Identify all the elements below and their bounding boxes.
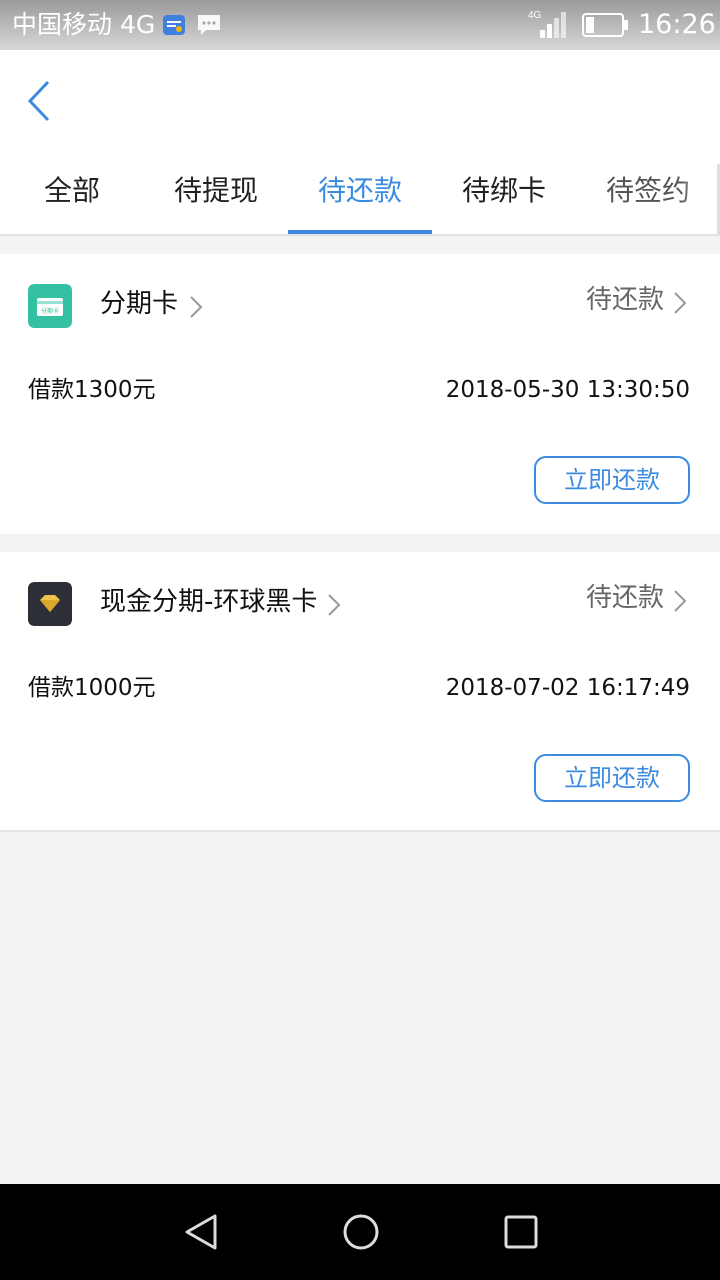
product-name[interactable]: 现金分期-环球黑卡 <box>100 580 317 624</box>
tab-pending-repayment[interactable]: 待还款 <box>288 164 432 234</box>
back-triangle-icon[interactable] <box>182 1212 222 1252</box>
diamond-icon <box>28 582 72 626</box>
tab-pending-withdrawal[interactable]: 待提现 <box>144 164 288 234</box>
recents-square-icon[interactable] <box>501 1212 541 1252</box>
chevron-right-icon <box>674 590 687 612</box>
tab-bar: 全部 待提现 待还款 待绑卡 待签约 <box>0 164 720 234</box>
loan-card[interactable]: 现金分期-环球黑卡 待还款 借款1000元 2018-07-02 16:17:4… <box>0 552 720 832</box>
loan-time: 2018-05-30 13:30:50 <box>445 377 690 403</box>
clock: 16:26 <box>638 9 716 40</box>
repay-now-button[interactable]: 立即还款 <box>534 754 690 802</box>
signal-icon: 4G <box>528 10 566 38</box>
repay-now-button[interactable]: 立即还款 <box>534 456 690 504</box>
chevron-right-icon <box>328 594 341 616</box>
chevron-right-icon <box>190 296 203 318</box>
network-type-label: 4G <box>528 10 542 21</box>
loan-amount: 借款1300元 <box>28 377 156 403</box>
product-name[interactable]: 分期卡 <box>100 282 178 326</box>
tab-all[interactable]: 全部 <box>0 164 144 234</box>
carrier-label: 中国移动 4G <box>12 10 156 39</box>
tabs-scroll-fade <box>680 164 720 234</box>
loan-card[interactable]: 分期卡 分期卡 待还款 借款1300元 2018-05-30 13:30:50 … <box>0 254 720 534</box>
chevron-left-icon[interactable] <box>20 74 64 128</box>
loan-status-label[interactable]: 待还款 <box>586 576 664 620</box>
loan-status-label[interactable]: 待还款 <box>586 278 664 322</box>
installment-card-icon: 分期卡 <box>28 284 72 328</box>
icon-label: 分期卡 <box>41 307 59 315</box>
loan-time: 2018-07-02 16:17:49 <box>445 675 690 701</box>
status-bar: 中国移动 4G 4G 16:26 <box>0 0 720 50</box>
tab-pending-bind-card[interactable]: 待绑卡 <box>432 164 576 234</box>
home-circle-icon[interactable] <box>341 1212 381 1252</box>
battery-icon <box>582 13 628 37</box>
app-notification-icon <box>163 15 185 35</box>
header: 全部 待提现 待还款 待绑卡 待签约 <box>0 50 720 236</box>
message-icon <box>198 15 220 35</box>
loan-amount: 借款1000元 <box>28 675 156 701</box>
system-nav-bar <box>0 1184 720 1280</box>
chevron-right-icon <box>674 292 687 314</box>
